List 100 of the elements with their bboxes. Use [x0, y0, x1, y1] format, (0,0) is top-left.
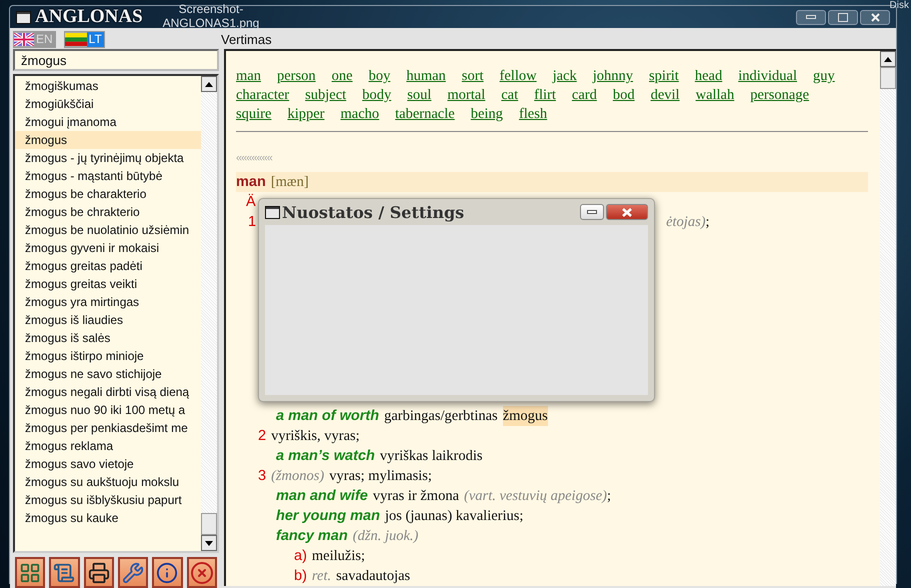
word-list-item[interactable]: žmogiūkščiai	[15, 95, 201, 113]
maximize-icon	[838, 12, 848, 22]
synonym-link[interactable]: wallah	[696, 86, 734, 105]
toolbar-button[interactable]	[118, 557, 148, 588]
synonym-link[interactable]: head	[694, 67, 722, 86]
word-list-item[interactable]: žmogus be charakterio	[15, 185, 201, 203]
scrollbar-thumb[interactable]	[880, 67, 896, 89]
word-list-item[interactable]: žmogus ne savo stichijoje	[15, 365, 201, 383]
word-list-item[interactable]: žmogus ištirpo minioje	[15, 347, 201, 365]
toolbar-button[interactable]	[186, 557, 217, 588]
scroll-down-button[interactable]	[201, 535, 217, 551]
info-icon	[156, 562, 178, 584]
synonym-link[interactable]: devil	[650, 86, 680, 105]
example-phrase: a man of worth	[276, 407, 380, 426]
synonym-link[interactable]: character	[236, 86, 290, 105]
word-list-item[interactable]: žmogus savo vietoje	[15, 455, 201, 473]
synonym-link[interactable]: personage	[750, 86, 810, 105]
maximize-button[interactable]	[828, 10, 858, 24]
word-list-item[interactable]: žmogui įmanoma	[15, 113, 201, 131]
word-list-item[interactable]: žmogus nuo 90 iki 100 metų a	[15, 401, 201, 419]
usage-note: (vart. vestuvių apeigose)	[464, 487, 607, 506]
synonym-link[interactable]: boy	[368, 67, 390, 86]
language-toggle[interactable]: LT	[64, 31, 105, 48]
toolbar-button[interactable]	[84, 557, 114, 588]
synonym-link[interactable]: macho	[340, 105, 380, 124]
synonym-link[interactable]: body	[362, 86, 392, 105]
word-list-item[interactable]: žmogus - jų tyrinėjimų objekta	[15, 149, 201, 167]
synonym-link[interactable]: flirt	[534, 86, 556, 105]
desktop-label: Screenshot-ANGLONAS1.png	[162, 2, 260, 30]
word-list-item[interactable]: žmogus iš liaudies	[15, 311, 201, 329]
translation-text: savadautojas	[336, 567, 410, 586]
punctuation: ;	[706, 213, 710, 232]
synonym-link[interactable]: card	[572, 86, 597, 105]
word-list-item[interactable]: žmogus yra mirtingas	[15, 293, 201, 311]
synonym-link[interactable]: flesh	[518, 105, 548, 124]
word-list-item[interactable]: žmogus be chrakterio	[15, 203, 201, 221]
synonym-link[interactable]: one	[332, 67, 353, 86]
close-button[interactable]	[860, 10, 890, 24]
synonym-link[interactable]: tabernacle	[395, 105, 455, 124]
synonym-link[interactable]: cat	[501, 86, 518, 105]
minimize-button[interactable]	[580, 204, 604, 220]
scroll-up-button[interactable]	[880, 51, 896, 67]
printer-icon	[88, 562, 110, 584]
scroll-up-button[interactable]	[201, 76, 217, 92]
synonym-link[interactable]: fellow	[500, 67, 537, 86]
sense-number: a)	[294, 547, 307, 566]
close-icon	[870, 12, 880, 22]
word-list-item[interactable]: žmogus - mąstanti būtybė	[15, 167, 201, 185]
toolbar-button[interactable]	[152, 557, 183, 588]
word-list-item[interactable]: žmogus iš salės	[15, 329, 201, 347]
word-list-item[interactable]: žmogus reklama	[15, 437, 201, 455]
synonym-link[interactable]: guy	[813, 67, 835, 86]
toolbar-button[interactable]	[49, 557, 80, 588]
synonym-link[interactable]: human	[406, 67, 446, 86]
synonym-link[interactable]: spirit	[649, 67, 679, 86]
toolbar-button[interactable]	[15, 557, 46, 588]
word-list-item[interactable]: žmogus greitas veikti	[15, 275, 201, 293]
synonym-link[interactable]: squire	[236, 105, 272, 124]
synonym-link[interactable]: kipper	[287, 105, 324, 124]
usage-note: (džn. juok.)	[352, 527, 418, 546]
word-list-item[interactable]: žmogus be nuolatinio užsiėmin	[15, 221, 201, 239]
down-arrow-icon	[205, 540, 213, 546]
synonym-link[interactable]: jack	[552, 67, 577, 86]
minimize-icon	[587, 210, 597, 214]
word-list-item[interactable]: žmogus per penkiasdešimt me	[15, 419, 201, 437]
lt-flag-icon	[64, 33, 87, 46]
synonym-link[interactable]: bod	[612, 86, 635, 105]
sense-number: Ä	[246, 192, 256, 212]
up-arrow-icon	[884, 56, 892, 62]
word-list-item[interactable]: žmogus gyveni ir mokaisi	[15, 239, 201, 257]
word-list-item[interactable]: žmogiškumas	[15, 77, 201, 95]
close-icon	[190, 560, 214, 584]
word-list-item[interactable]: žmogus greitas padėti	[15, 257, 201, 275]
word-list-item[interactable]: žmogus	[15, 131, 201, 149]
usage-note: (žmonos)	[271, 467, 324, 486]
word-list-item[interactable]: žmogus su aukštuoju mokslu	[15, 473, 201, 491]
synonym-link[interactable]: man	[236, 67, 261, 86]
close-button[interactable]	[606, 204, 648, 220]
grid-icon	[19, 562, 42, 584]
synonym-link[interactable]: johnny	[592, 67, 634, 86]
translation-text: vyras ir žmona	[372, 487, 460, 506]
synonym-link[interactable]: sort	[462, 67, 484, 86]
synonym-link[interactable]: individual	[738, 67, 798, 86]
scrollbar-thumb[interactable]	[201, 513, 217, 535]
synonym-link[interactable]: subject	[305, 86, 346, 105]
example-phrase: man and wife	[276, 487, 368, 506]
synonym-link[interactable]: soul	[407, 86, 432, 105]
search-field[interactable]: žmogus	[13, 49, 219, 71]
synonym-link[interactable]: mortal	[447, 86, 486, 105]
synonym-link[interactable]: being	[470, 105, 503, 124]
word-list-item[interactable]: žmogus su kauke	[15, 509, 201, 527]
word-list-item[interactable]: žmogus su išblyškusiu papurt	[15, 491, 201, 509]
wrench-icon	[122, 562, 144, 584]
synonym-link[interactable]: person	[276, 67, 316, 86]
translation-text: vyriškis, vyras;	[271, 427, 360, 446]
window-icon	[16, 10, 31, 24]
word-list-item[interactable]: žmogus negali dirbti visą dieną	[15, 383, 201, 401]
minimize-button[interactable]	[796, 10, 826, 24]
desktop-label: Disk	[890, 0, 909, 11]
translation-text: jos (jaunas) kavalierius;	[384, 507, 524, 526]
